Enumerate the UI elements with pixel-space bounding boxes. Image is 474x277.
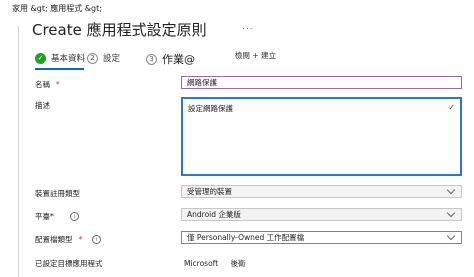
info-icon[interactable]: i xyxy=(92,235,102,244)
step-label: 設定 xyxy=(103,54,121,64)
name-input[interactable]: 網路保護 xyxy=(181,76,462,89)
chevron-down-icon xyxy=(446,231,456,241)
platform-dropdown[interactable]: Android 企業版 xyxy=(181,208,462,221)
side-divider xyxy=(18,26,19,277)
step-number: 3 xyxy=(146,53,157,65)
step-review-create[interactable]: 檢閱 + 建立 xyxy=(235,50,276,61)
required-mark: * xyxy=(78,235,83,244)
name-value: 網路保護 xyxy=(187,78,217,87)
step-assignments[interactable]: 3 作業@ xyxy=(146,51,195,67)
profile-type-label: 配置檔類型 * i xyxy=(35,234,102,245)
app-name-text: 後衛 xyxy=(230,259,246,268)
platform-label-text: 平臺* xyxy=(35,212,54,221)
targeted-app-label: 已設定目標應用程式 xyxy=(35,259,103,268)
name-label: 名稱 * xyxy=(35,79,60,90)
check-icon: ✓ xyxy=(35,52,46,64)
enrollment-type-value: 受管理的裝置 xyxy=(187,187,232,196)
profile-type-value: 僅 Personally-Owned 工作配置檔 xyxy=(187,233,305,242)
publisher-text: Microsoft xyxy=(184,259,219,268)
targeted-app-value: Microsoft 後衛 xyxy=(184,258,256,269)
description-textarea[interactable]: 設定網路保護 ✓ xyxy=(181,97,462,176)
step-label: 基本資料 xyxy=(51,54,86,64)
required-mark: * xyxy=(56,80,60,89)
chevron-down-icon xyxy=(446,208,456,218)
active-step-indicator xyxy=(35,68,84,70)
step-label: 檢閱 + 建立 xyxy=(235,51,277,60)
description-value: 設定網路保護 xyxy=(188,104,233,113)
chevron-down-icon xyxy=(446,185,456,195)
name-label-text: 名稱 xyxy=(35,80,50,89)
platform-label: 平臺* i xyxy=(35,211,79,222)
more-options-button[interactable]: ... xyxy=(242,22,254,32)
info-icon[interactable]: i xyxy=(69,212,79,221)
enrollment-type-dropdown[interactable]: 受管理的裝置 xyxy=(181,185,462,198)
step-basics[interactable]: ✓ 基本資料 xyxy=(35,52,85,64)
profile-type-dropdown[interactable]: 僅 Personally-Owned 工作配置檔 xyxy=(181,231,462,244)
breadcrumb[interactable]: 家用 &gt; 應用程式 &gt; xyxy=(12,3,102,14)
description-label: 描述 xyxy=(35,101,50,110)
step-label: 作業@ xyxy=(162,53,195,66)
checkmark-icon: ✓ xyxy=(448,103,455,112)
platform-value: Android 企業版 xyxy=(187,210,241,219)
profile-type-label-text: 配置檔類型 xyxy=(35,235,73,244)
enrollment-type-label: 裝置註冊類型 xyxy=(35,189,80,198)
step-settings[interactable]: 2 設定 xyxy=(87,52,120,64)
page-title: Create 應用程式設定原則 xyxy=(32,21,207,39)
step-number: 2 xyxy=(87,52,98,64)
